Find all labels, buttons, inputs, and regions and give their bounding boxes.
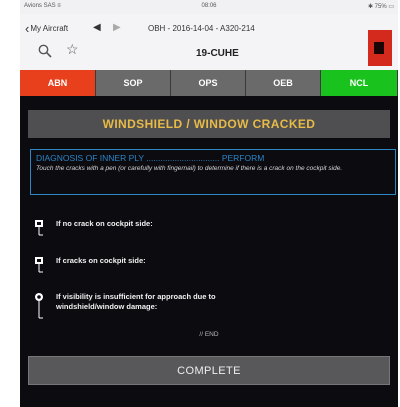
app-frame: Avions SAS ≡ 08:06 ✱ 75% ▭ ‹My Aircraft …: [20, 0, 398, 407]
aircraft-tail-label: 19-CUHE: [196, 48, 239, 59]
diagnosis-heading-line: DIAGNOSIS OF INNER PLY .................…: [36, 153, 395, 163]
complete-button[interactable]: COMPLETE: [28, 356, 390, 385]
procedure-title-bar: WINDSHIELD / WINDOW CRACKED: [28, 110, 390, 138]
back-button[interactable]: ‹My Aircraft: [25, 21, 68, 36]
diagnosis-action: PERFORM: [221, 153, 265, 163]
complete-button-label: COMPLETE: [177, 364, 241, 377]
alert-badge[interactable]: [368, 30, 392, 66]
chevron-left-icon: ‹: [25, 21, 30, 36]
tab-oeb[interactable]: OEB: [246, 70, 321, 96]
tab-abn[interactable]: ABN: [20, 70, 96, 96]
condition-marker-icon: [35, 293, 43, 319]
tab-ncl[interactable]: NCL: [321, 70, 398, 96]
tab-label: NCL: [349, 78, 369, 88]
status-bar: Avions SAS ≡ 08:06 ✱ 75% ▭: [20, 0, 398, 14]
diagnosis-item[interactable]: DIAGNOSIS OF INNER PLY .................…: [30, 149, 396, 195]
condition-marker-icon: [35, 257, 43, 273]
end-marker: // END: [199, 331, 219, 338]
tab-label: SOP: [123, 78, 143, 88]
section-tabs: ABN SOP OPS OEB NCL: [20, 70, 398, 96]
diagnosis-dots: ...............................: [146, 153, 220, 163]
star-icon[interactable]: ☆: [66, 41, 79, 58]
triangle-left-icon[interactable]: ◀: [93, 22, 101, 33]
status-time: 08:06: [201, 3, 217, 9]
tab-sop[interactable]: SOP: [96, 70, 171, 96]
diagnosis-description: Touch the cracks with a pen (or carefull…: [36, 165, 343, 172]
back-button-label: My Aircraft: [30, 24, 69, 33]
triangle-right-icon[interactable]: ▶: [113, 22, 121, 33]
document-title: OBH - 2016-14-04 - A320-214: [148, 24, 255, 33]
status-battery: ✱ 75% ▭: [367, 4, 394, 10]
tab-ops[interactable]: OPS: [171, 70, 246, 96]
navigation-bar: ‹My Aircraft ◀ ▶ OBH - 2016-14-04 - A320…: [20, 14, 398, 70]
diagnosis-heading: DIAGNOSIS OF INNER PLY: [36, 153, 144, 163]
person-icon: [374, 42, 384, 54]
condition-label: If visibility is insufficient for approa…: [56, 292, 216, 311]
search-icon[interactable]: [38, 44, 52, 58]
tab-label: OEB: [273, 78, 293, 88]
tab-label: ABN: [47, 78, 68, 88]
condition-label: If no crack on cockpit side:: [56, 219, 153, 228]
tab-label: OPS: [198, 78, 218, 88]
procedure-title: WINDSHIELD / WINDOW CRACKED: [102, 117, 316, 131]
condition-marker-icon: [35, 220, 43, 236]
condition-label: If cracks on cockpit side:: [56, 256, 146, 265]
